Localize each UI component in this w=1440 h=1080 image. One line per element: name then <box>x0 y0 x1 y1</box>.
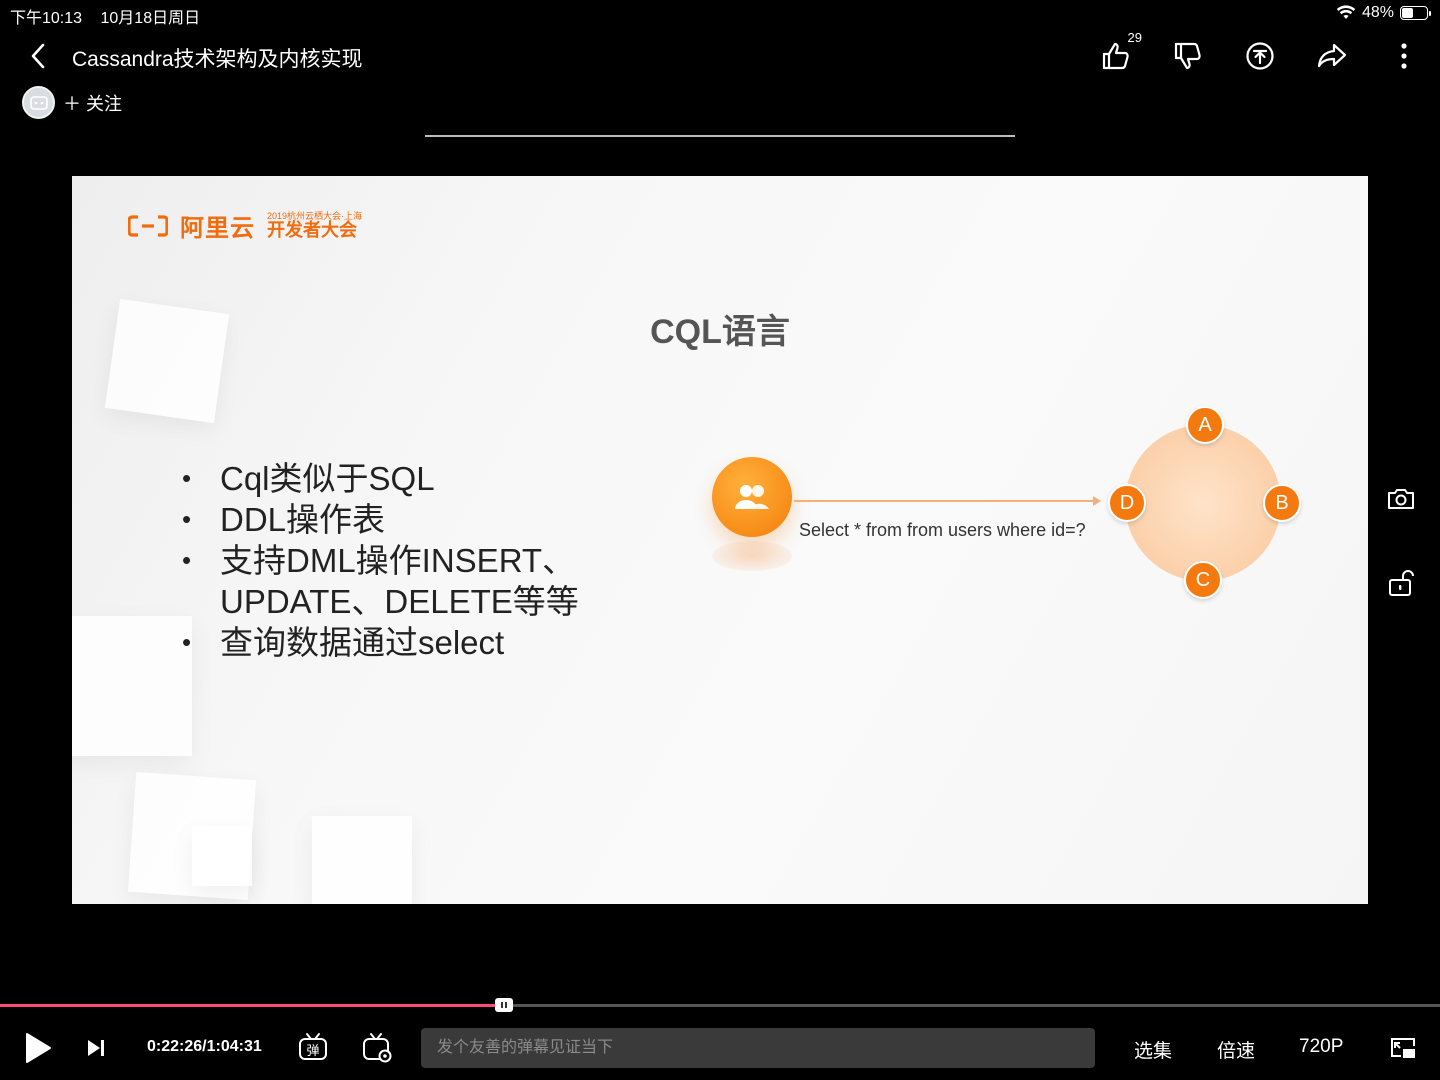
speed-button[interactable]: 倍速 <box>1217 1036 1255 1063</box>
battery-level <box>1402 8 1414 18</box>
dislike-button[interactable] <box>1170 36 1206 76</box>
progress-bar[interactable] <box>0 998 1440 1012</box>
share-icon <box>1317 43 1347 68</box>
episodes-button[interactable]: 选集 <box>1134 1036 1172 1063</box>
battery-icon <box>1400 6 1431 20</box>
follow-button[interactable]: ＋ 关注 <box>63 90 122 116</box>
more-vertical-icon <box>1401 43 1407 69</box>
status-bar-right: 48% <box>1336 4 1431 22</box>
bullet-list: Cql类似于SQL DDL操作表 支持DML操作INSERT、UPDATE、DE… <box>182 458 602 663</box>
query-text: Select * from from users where id=? <box>799 520 1086 540</box>
svg-text:弹: 弹 <box>306 1044 319 1059</box>
logo-conference-name: 开发者大会 <box>267 220 357 240</box>
cluster-node-d: D <box>1108 484 1146 522</box>
cluster-ring <box>1125 425 1281 581</box>
unlock-icon <box>1389 570 1414 596</box>
quality-button[interactable]: 720P <box>1299 1036 1343 1058</box>
aliyun-logo-icon <box>128 214 168 237</box>
battery-percent: 48% <box>1361 4 1394 21</box>
bullet-item: Cql类似于SQL <box>182 458 602 499</box>
danmu-input[interactable] <box>421 1028 1095 1068</box>
users-reflection <box>712 541 792 571</box>
coin-icon <box>1246 42 1274 70</box>
video-title: Cassandra技术架构及内核实现 <box>72 48 363 71</box>
cluster-node-b: B <box>1263 484 1301 522</box>
avatar[interactable] <box>22 86 55 119</box>
status-time: 下午10:13 <box>10 10 83 27</box>
top-actions: 29 <box>1098 30 1422 76</box>
decor-cube <box>192 826 252 886</box>
brand-logo: 阿里云 2019杭州云栖大会·上海 开发者大会 <box>128 208 362 243</box>
danmu-icon: 弹 <box>299 1033 327 1060</box>
danmu-settings-icon <box>363 1033 392 1063</box>
avatar-placeholder-icon <box>29 95 48 110</box>
status-date: 10月18日周日 <box>100 10 201 27</box>
share-button[interactable] <box>1314 36 1350 76</box>
screen-lock-button[interactable] <box>1384 566 1418 600</box>
progress-handle[interactable] <box>495 998 513 1012</box>
wifi-icon <box>1336 5 1356 19</box>
slide-title: CQL语言 <box>650 313 790 351</box>
like-button[interactable]: 29 <box>1098 30 1142 76</box>
cluster-node-a: A <box>1186 406 1224 444</box>
uploader-row: ＋ 关注 <box>22 86 122 119</box>
play-button[interactable] <box>22 1032 54 1064</box>
camera-icon <box>1388 489 1414 509</box>
logo-text: 阿里云 <box>180 215 255 242</box>
more-button[interactable] <box>1386 36 1422 76</box>
status-bar-left: 下午10:13 10月18日周日 <box>10 4 214 28</box>
users-icon <box>735 485 769 509</box>
danmu-settings-button[interactable] <box>360 1030 394 1066</box>
pip-button[interactable] <box>1388 1034 1418 1062</box>
back-button[interactable] <box>24 40 52 72</box>
playback-time: 0:22:26/1:04:31 <box>147 1038 262 1055</box>
danmu-toggle-button[interactable]: 弹 <box>296 1030 330 1066</box>
users-node <box>712 457 792 537</box>
player-controls: 0:22:26/1:04:31 弹 选集 倍速 720P <box>0 1026 1440 1070</box>
picture-in-picture-icon <box>1391 1038 1415 1058</box>
skip-next-icon <box>88 1040 104 1056</box>
screenshot-button[interactable] <box>1384 482 1418 516</box>
coin-button[interactable] <box>1242 36 1278 76</box>
like-count: 29 <box>1127 30 1142 45</box>
decor-cube <box>312 816 412 904</box>
bullet-item: 查询数据通过select <box>182 622 602 663</box>
divider <box>425 135 1015 137</box>
logo-conference: 2019杭州云栖大会·上海 开发者大会 <box>267 212 362 240</box>
query-arrow <box>794 496 1101 506</box>
video-frame[interactable]: 阿里云 2019杭州云栖大会·上海 开发者大会 CQL语言 Cql类似于SQL … <box>72 176 1368 904</box>
thumbs-down-icon <box>1174 42 1201 70</box>
decor-cube <box>72 616 192 756</box>
bullet-item: 支持DML操作INSERT、UPDATE、DELETE等等 <box>182 540 602 622</box>
chevron-left-icon <box>31 43 45 69</box>
cluster-node-c: C <box>1184 561 1222 599</box>
next-button[interactable] <box>84 1036 108 1060</box>
progress-played <box>0 1004 504 1007</box>
bullet-item: DDL操作表 <box>182 499 602 540</box>
play-icon <box>26 1033 51 1063</box>
